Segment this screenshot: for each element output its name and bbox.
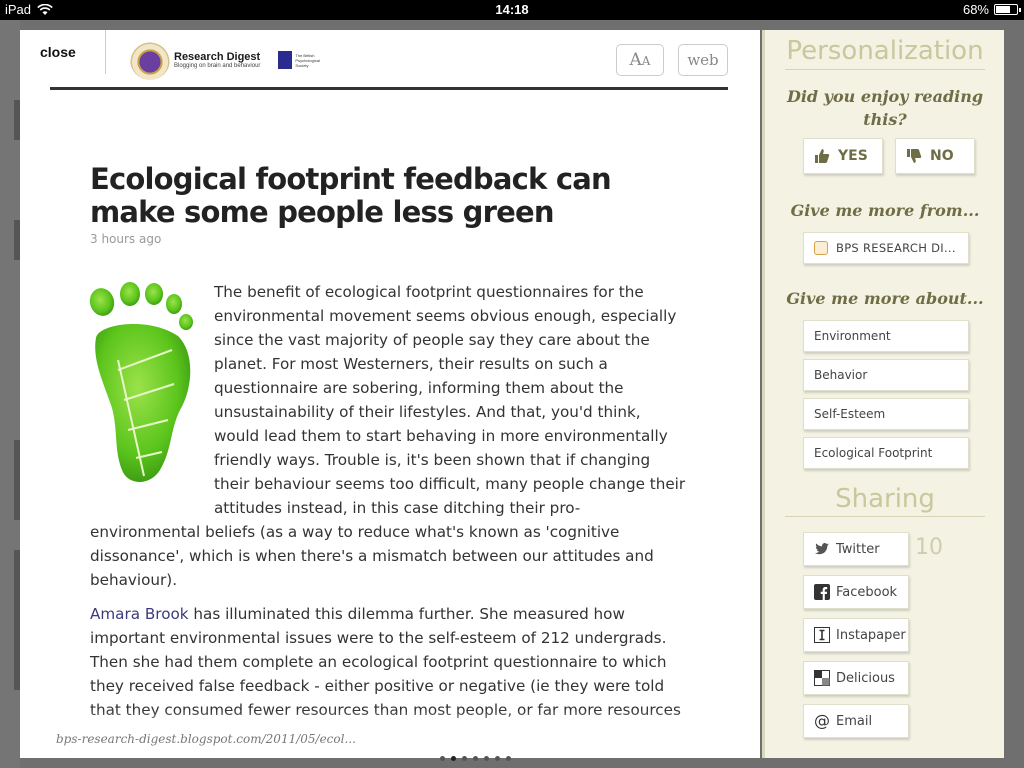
delicious-button[interactable]: Delicious bbox=[803, 661, 909, 695]
bps-crest-icon bbox=[278, 51, 293, 69]
source-url[interactable]: bps-research-digest.blogspot.com/2011/05… bbox=[56, 732, 356, 746]
facebook-icon bbox=[814, 584, 830, 600]
font-size-label-small: A bbox=[641, 54, 651, 68]
no-label: NO bbox=[930, 148, 954, 164]
page-indicator bbox=[440, 756, 511, 761]
more-about-heading: Give me more about... bbox=[786, 289, 984, 308]
email-label: Email bbox=[836, 713, 873, 729]
tag-ecological-footprint[interactable]: Ecological Footprint bbox=[803, 437, 969, 469]
personalization-heading: Personalization bbox=[786, 36, 984, 66]
sharing-heading: Sharing bbox=[835, 484, 935, 514]
font-size-button[interactable]: AA bbox=[616, 44, 664, 76]
source-label: BPS RESEARCH DI... bbox=[836, 241, 956, 255]
tag-behavior[interactable]: Behavior bbox=[803, 359, 969, 391]
article-body: The benefit of ecological footprint ques… bbox=[90, 280, 690, 732]
thumbs-down-icon bbox=[907, 149, 922, 163]
delicious-label: Delicious bbox=[836, 670, 895, 686]
author-link[interactable]: Amara Brook bbox=[90, 605, 189, 623]
status-bar: iPad 14:18 68% bbox=[0, 0, 1024, 20]
tag-self-esteem[interactable]: Self-Esteem bbox=[803, 398, 969, 430]
battery-icon bbox=[994, 4, 1021, 15]
source-url-domain: bps-research-digest.blogspot.com bbox=[56, 732, 262, 746]
article-panel: close Research Digest Blogging on brain … bbox=[20, 30, 760, 758]
enjoy-question: Did you enjoy reading this? bbox=[786, 87, 984, 129]
status-right: 68% bbox=[962, 2, 1021, 17]
brain-logo-icon bbox=[130, 40, 170, 80]
yes-label: YES bbox=[838, 148, 868, 164]
paragraph: Amara Brook has illuminated this dilemma… bbox=[90, 602, 690, 722]
blogger-icon bbox=[814, 241, 828, 255]
battery-percent: 68% bbox=[962, 2, 989, 17]
article-age: 3 hours ago bbox=[90, 232, 162, 246]
thumbs-up-icon bbox=[815, 149, 830, 163]
logo-subtitle: Blogging on brain and behaviour bbox=[174, 63, 261, 69]
close-button[interactable]: close bbox=[20, 30, 106, 74]
twitter-bird-icon bbox=[815, 543, 829, 555]
twitter-share-count: 10 bbox=[915, 535, 943, 560]
sharing-rule bbox=[785, 516, 985, 517]
font-size-label-big: A bbox=[629, 50, 642, 70]
bps-logo: The British Psychological Society bbox=[278, 51, 325, 69]
yes-button[interactable]: YES bbox=[803, 138, 883, 174]
personalization-panel: Personalization Did you enjoy reading th… bbox=[762, 30, 1004, 758]
twitter-button[interactable]: Twitter bbox=[803, 532, 909, 566]
article-headline: Ecological footprint feedback can make s… bbox=[90, 162, 612, 229]
source-url-path: /2011/05/ecol... bbox=[261, 732, 356, 746]
heading-rule bbox=[785, 69, 985, 70]
research-digest-logo: Research Digest Blogging on brain and be… bbox=[130, 40, 325, 80]
instapaper-button[interactable]: Instapaper bbox=[803, 618, 909, 652]
no-button[interactable]: NO bbox=[895, 138, 975, 174]
facebook-button[interactable]: Facebook bbox=[803, 575, 909, 609]
twitter-label: Twitter bbox=[836, 541, 880, 557]
background-app-edge bbox=[0, 20, 20, 768]
email-button[interactable]: @ Email bbox=[803, 704, 909, 738]
bps-text: The British Psychological Society bbox=[295, 52, 320, 68]
more-from-heading: Give me more from... bbox=[790, 201, 980, 220]
header-divider bbox=[50, 87, 728, 90]
instapaper-label: Instapaper bbox=[836, 627, 906, 643]
delicious-icon bbox=[814, 670, 830, 686]
clock: 14:18 bbox=[495, 2, 529, 17]
facebook-label: Facebook bbox=[836, 584, 898, 600]
tag-environment[interactable]: Environment bbox=[803, 320, 969, 352]
source-button[interactable]: BPS RESEARCH DI... bbox=[803, 232, 969, 264]
instapaper-icon bbox=[814, 627, 830, 643]
web-button[interactable]: web bbox=[678, 44, 728, 76]
at-sign-icon: @ bbox=[814, 711, 830, 730]
logo-title: Research Digest bbox=[174, 51, 261, 63]
